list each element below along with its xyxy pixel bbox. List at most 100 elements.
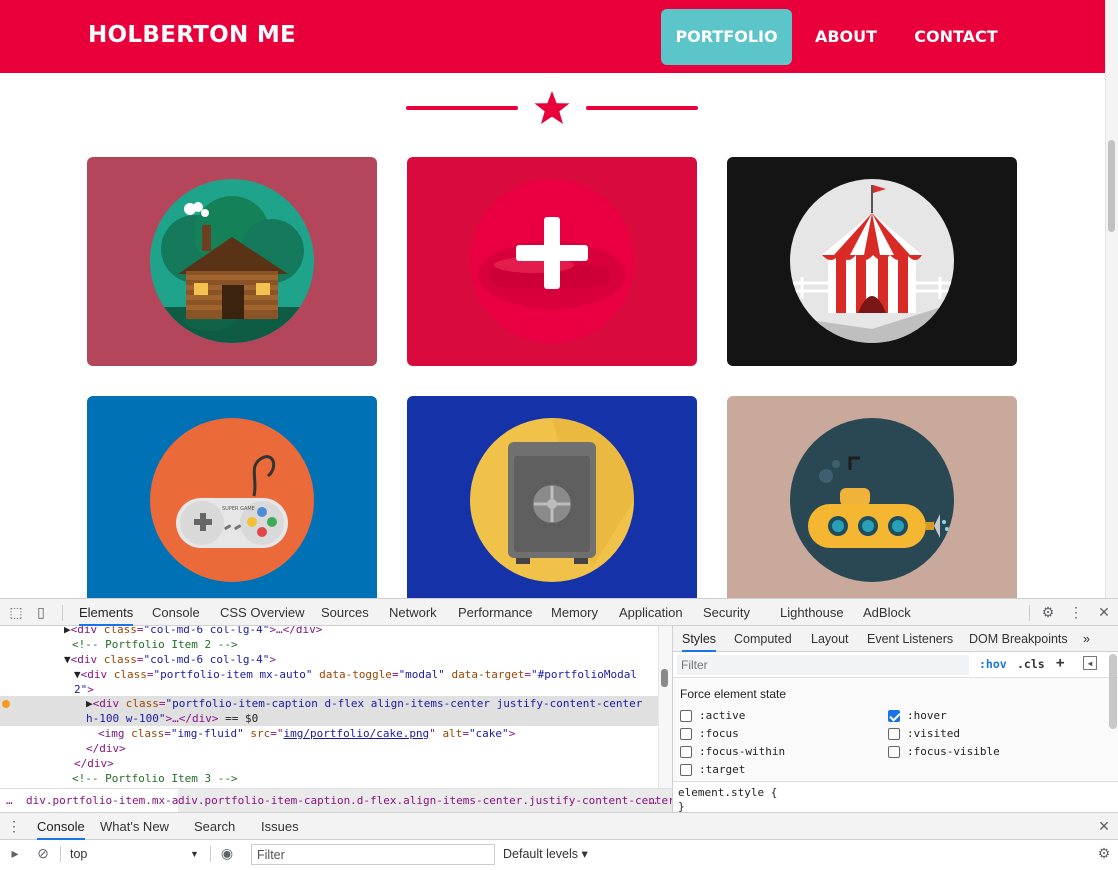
dom-attr: class [131,727,165,740]
dom-node[interactable]: ▶<div class="col-md-6 col-lg-4">…</div> [64,626,322,637]
navbar: HOLBERTON ME PORTFOLIO ABOUT CONTACT [0,0,1105,73]
tab-network[interactable]: Network [389,599,437,626]
tab-event-listeners[interactable]: Event Listeners [867,626,953,652]
force-state-title: Force element state [680,687,787,701]
portfolio-item-safe[interactable] [407,396,697,598]
pseudo-hover-checkbox[interactable]: :hover [888,708,947,724]
safe-icon [508,418,634,568]
dom-scrollbar-thumb[interactable] [661,669,668,687]
tab-sources[interactable]: Sources [321,599,369,626]
context-value: top [70,847,88,861]
tab-layout[interactable]: Layout [811,626,849,652]
clear-console-icon[interactable]: ⊘ [35,845,51,861]
dom-close-tag[interactable]: </div> [86,741,126,756]
tab-dom-breakpoints[interactable]: DOM Breakpoints [969,626,1068,652]
pseudo-focus-checkbox[interactable]: :focus [680,726,739,742]
circus-tent-icon [790,185,954,343]
pseudo-label: :active [699,709,746,722]
tab-elements[interactable]: Elements [79,599,134,626]
elements-dom-tree[interactable]: ▶<div class="col-md-6 col-lg-4">…</div> … [0,626,672,788]
portfolio-item-cake[interactable] [407,157,697,366]
nav-link-about[interactable]: ABOUT [800,9,892,65]
tab-css-overview[interactable]: CSS Overview [220,599,305,626]
dom-node[interactable]: ▼<div class="col-md-6 col-lg-4"> [64,652,276,667]
checkbox-checked-icon[interactable] [888,710,900,722]
dom-comment[interactable]: <!-- Portfolio Item 2 --> [72,637,238,652]
pseudo-focus-within-checkbox[interactable]: :focus-within [680,744,785,760]
dom-node[interactable]: ▼<div class="portfolio-item mx-auto" dat… [74,667,637,682]
tab-lighthouse[interactable]: Lighthouse [780,599,844,626]
new-style-rule-icon[interactable]: + [1056,655,1064,671]
portfolio-item-game[interactable]: SUPER GAME [87,396,377,598]
show-sidebar-icon[interactable]: ▸ [7,845,23,861]
breadcrumb-item[interactable]: div.portfolio-item.mx-auto [26,789,198,812]
dom-node-continuation: 2"> [74,683,94,696]
drawer-tab-search[interactable]: Search [194,813,235,840]
dom-close-tag[interactable]: </div> [74,756,114,771]
drawer-tab-whats-new[interactable]: What's New [100,813,169,840]
page-scrollbar-thumb[interactable] [1108,140,1115,232]
collapse-triangle-icon: ▶ [86,697,93,710]
tab-performance[interactable]: Performance [458,599,532,626]
settings-gear-icon[interactable]: ⚙ [1040,604,1056,620]
portfolio-item-submarine[interactable] [727,396,1017,598]
pseudo-target-checkbox[interactable]: :target [680,762,745,778]
checkbox-icon[interactable] [680,728,692,740]
console-settings-gear-icon[interactable]: ⚙ [1096,845,1112,861]
hov-toggle-button[interactable]: :hov [979,657,1007,671]
cls-toggle-button[interactable]: .cls [1017,657,1045,671]
pseudo-focus-visible-checkbox[interactable]: :focus-visible [888,744,1000,760]
dom-attr-value: "portfolio-item-caption d-flex align-ite… [165,697,643,710]
checkbox-icon[interactable] [680,710,692,722]
device-toolbar-icon[interactable]: ▯ [33,604,49,620]
dom-comment[interactable]: <!-- Portfolio Item 3 --> [72,771,238,786]
dom-attr: data-toggle [319,668,392,681]
element-style-rule[interactable]: element.style { } [678,786,777,812]
dom-attr-value: "modal" [398,668,445,681]
drawer-tab-issues[interactable]: Issues [261,813,299,840]
more-options-icon[interactable]: ⋮ [1068,604,1084,620]
portfolio-item-circus[interactable] [727,157,1017,366]
tab-styles[interactable]: Styles [682,626,717,652]
checkbox-icon[interactable] [680,746,692,758]
styles-tabbar: Styles Computed Layout Event Listeners D… [673,626,1118,652]
log-levels-dropdown[interactable]: Default levels ▾ [503,844,588,864]
more-tabs-icon[interactable]: » [1083,626,1090,652]
drawer-menu-icon[interactable]: ⋮ [6,818,22,834]
dom-tag: >…</div> [269,626,323,636]
dom-node[interactable]: <img class="img-fluid" src="img/portfoli… [98,726,515,741]
tab-computed[interactable]: Computed [734,626,792,652]
checkbox-icon[interactable] [680,764,692,776]
nav-link-portfolio[interactable]: PORTFOLIO [661,9,792,65]
section-divider [406,90,698,130]
tab-application[interactable]: Application [619,599,683,626]
breadcrumb-overflow-icon[interactable]: … [6,789,13,812]
close-drawer-icon[interactable]: ✕ [1096,818,1112,834]
breadcrumb-overflow-icon[interactable]: … [650,789,657,812]
breadcrumb-item-selected[interactable]: div.portfolio-item-caption.d-flex.align-… [178,789,672,812]
styles-scrollbar-thumb[interactable] [1109,654,1117,729]
tab-adblock[interactable]: AdBlock [863,599,911,626]
portfolio-item-cabin[interactable] [87,157,377,366]
drawer-tab-console[interactable]: Console [37,813,85,840]
pseudo-active-checkbox[interactable]: :active [680,708,745,724]
pseudo-visited-checkbox[interactable]: :visited [888,726,960,742]
context-select[interactable]: top ▼ [64,844,204,864]
brand-logo[interactable]: HOLBERTON ME [88,22,296,48]
dom-scrollbar[interactable] [658,626,672,788]
inspect-element-icon[interactable]: ⬚ [8,604,24,620]
toggle-sidebar-icon[interactable]: ◂ [1083,656,1097,670]
live-expression-eye-icon[interactable]: ◉ [219,845,235,861]
nav-link-contact[interactable]: CONTACT [900,9,1012,65]
close-devtools-icon[interactable]: ✕ [1096,604,1112,620]
checkbox-icon[interactable] [888,746,900,758]
tab-memory[interactable]: Memory [551,599,598,626]
tab-console[interactable]: Console [152,599,200,626]
submarine-icon [808,456,949,548]
tab-security[interactable]: Security [703,599,750,626]
console-filter-input[interactable] [251,844,495,865]
dom-src-link[interactable]: img/portfolio/cake.png [283,727,429,740]
page-scrollbar[interactable] [1105,0,1118,598]
styles-filter-input[interactable] [677,655,969,675]
checkbox-icon[interactable] [888,728,900,740]
